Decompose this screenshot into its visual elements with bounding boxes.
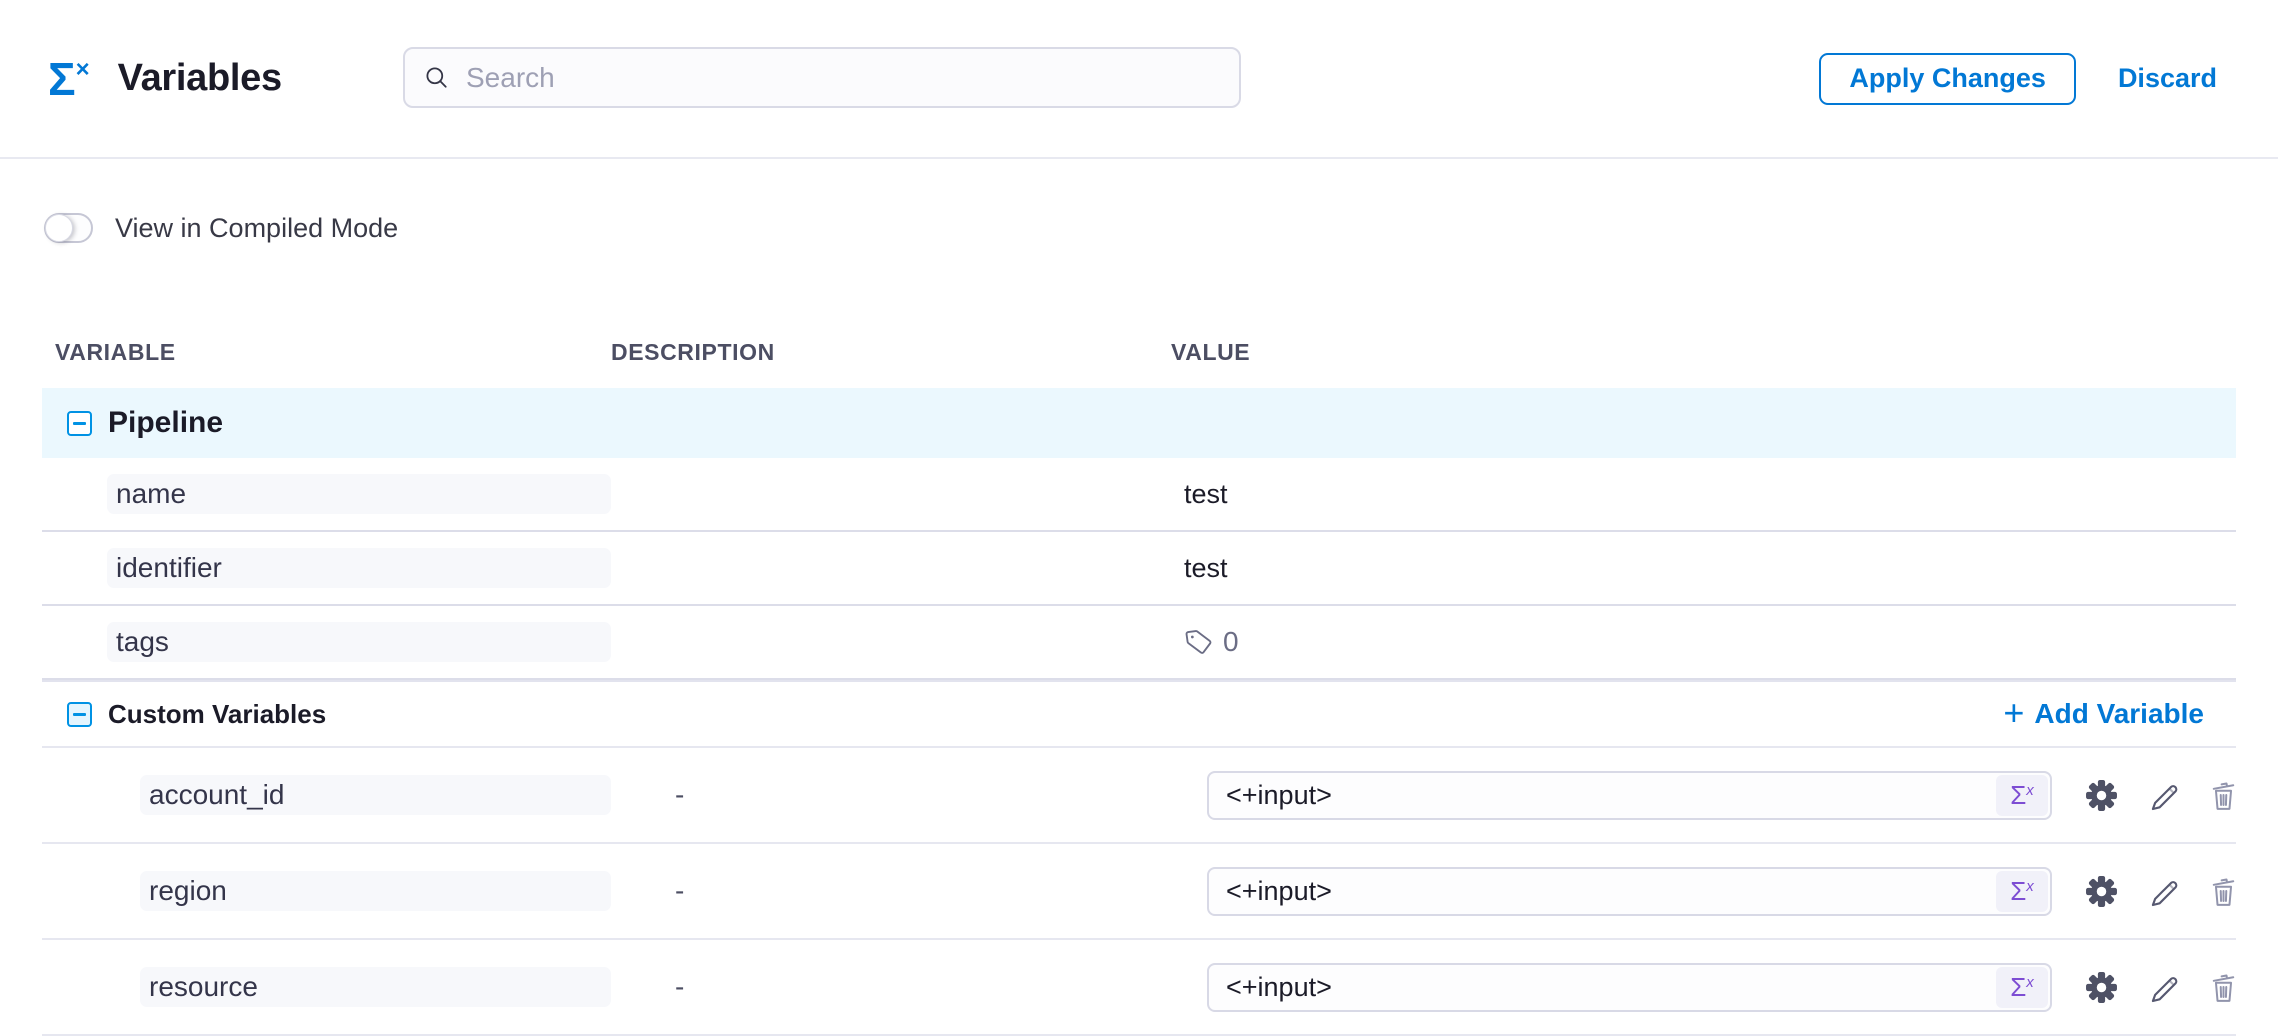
table-header-row: VARIABLE DESCRIPTION VALUE (42, 339, 2236, 388)
edit-pencil-icon[interactable] (2146, 970, 2180, 1004)
column-header-value: VALUE (1171, 339, 2236, 366)
sigma-glyph: Σ (2010, 972, 2026, 1003)
value-input-wrapper: Σx (1207, 867, 2052, 916)
plus-icon: + (2003, 695, 2024, 731)
table-row: resource - Σx (42, 940, 2236, 1036)
sigma-sup-glyph: x (2026, 782, 2034, 799)
expression-sigma-badge[interactable]: Σx (1996, 967, 2048, 1008)
table-row: account_id - Σx (42, 748, 2236, 844)
row-actions (2085, 874, 2239, 908)
minus-glyph (73, 422, 86, 425)
expression-sigma-badge[interactable]: Σx (1996, 871, 2048, 912)
settings-gear-icon[interactable] (2085, 875, 2118, 908)
apply-changes-button[interactable]: Apply Changes (1819, 53, 2076, 105)
variable-value-text: test (1171, 553, 1228, 584)
edit-pencil-icon[interactable] (2146, 874, 2180, 908)
discard-link[interactable]: Discard (2118, 63, 2217, 94)
row-actions (2085, 970, 2239, 1004)
variables-table: VARIABLE DESCRIPTION VALUE Pipeline name… (42, 339, 2236, 1036)
minus-glyph (73, 713, 86, 716)
description-cell: - (611, 875, 1171, 907)
tags-value: 0 (1171, 626, 1239, 658)
header-actions: Apply Changes Discard (1819, 0, 2217, 157)
value-input[interactable] (1207, 771, 2052, 820)
variable-name-label: name (107, 474, 611, 514)
variables-sigma-logo-icon: Σ× (48, 56, 90, 102)
description-cell: - (611, 971, 1171, 1003)
delete-trash-icon[interactable] (2208, 874, 2239, 908)
search-icon (423, 64, 450, 91)
group-row-custom-variables: Custom Variables + Add Variable (42, 680, 2236, 748)
variable-name-label: region (140, 871, 611, 911)
collapse-minus-icon[interactable] (67, 411, 92, 436)
compiled-mode-toggle[interactable] (44, 213, 93, 243)
variable-value-text: test (1171, 479, 1228, 510)
group-row-pipeline: Pipeline (42, 388, 2236, 458)
group-label-pipeline: Pipeline (108, 406, 223, 440)
group-label-custom-variables: Custom Variables (108, 699, 326, 730)
add-variable-label: Add Variable (2034, 698, 2204, 730)
sigma-sup-glyph: x (2026, 878, 2034, 895)
variable-name-label: resource (140, 967, 611, 1007)
table-row: name test (42, 458, 2236, 532)
edit-pencil-icon[interactable] (2146, 778, 2180, 812)
column-header-variable: VARIABLE (42, 339, 611, 366)
table-row: region - Σx (42, 844, 2236, 940)
description-cell: - (611, 779, 1171, 811)
logo-sigma-glyph: Σ (48, 56, 76, 102)
table-row: tags 0 (42, 606, 2236, 680)
toggle-knob (45, 214, 73, 242)
search-input[interactable] (466, 62, 1221, 94)
header-bar: Σ× Variables Apply Changes Discard (0, 0, 2278, 159)
value-input-wrapper: Σx (1207, 771, 2052, 820)
collapse-minus-icon[interactable] (67, 702, 92, 727)
sigma-sup-glyph: x (2026, 974, 2034, 991)
delete-trash-icon[interactable] (2208, 778, 2239, 812)
value-input[interactable] (1207, 867, 2052, 916)
row-actions (2085, 778, 2239, 812)
tag-icon (1182, 625, 1216, 659)
table-row: identifier test (42, 532, 2236, 606)
add-variable-button[interactable]: + Add Variable (2003, 698, 2204, 731)
page-title: Variables (118, 57, 282, 100)
compiled-mode-row: View in Compiled Mode (44, 213, 2278, 243)
settings-gear-icon[interactable] (2085, 779, 2118, 812)
value-input[interactable] (1207, 963, 2052, 1012)
sigma-glyph: Σ (2010, 876, 2026, 907)
column-header-description: DESCRIPTION (611, 339, 1171, 366)
value-input-wrapper: Σx (1207, 963, 2052, 1012)
search-box[interactable] (403, 47, 1241, 108)
delete-trash-icon[interactable] (2208, 970, 2239, 1004)
variable-name-label: account_id (140, 775, 611, 815)
logo-sup-glyph: × (76, 58, 90, 82)
sigma-glyph: Σ (2010, 780, 2026, 811)
settings-gear-icon[interactable] (2085, 971, 2118, 1004)
variable-name-label: tags (107, 622, 611, 662)
tag-count: 0 (1223, 626, 1239, 658)
expression-sigma-badge[interactable]: Σx (1996, 775, 2048, 816)
variable-name-label: identifier (107, 548, 611, 588)
compiled-mode-label: View in Compiled Mode (115, 213, 398, 244)
